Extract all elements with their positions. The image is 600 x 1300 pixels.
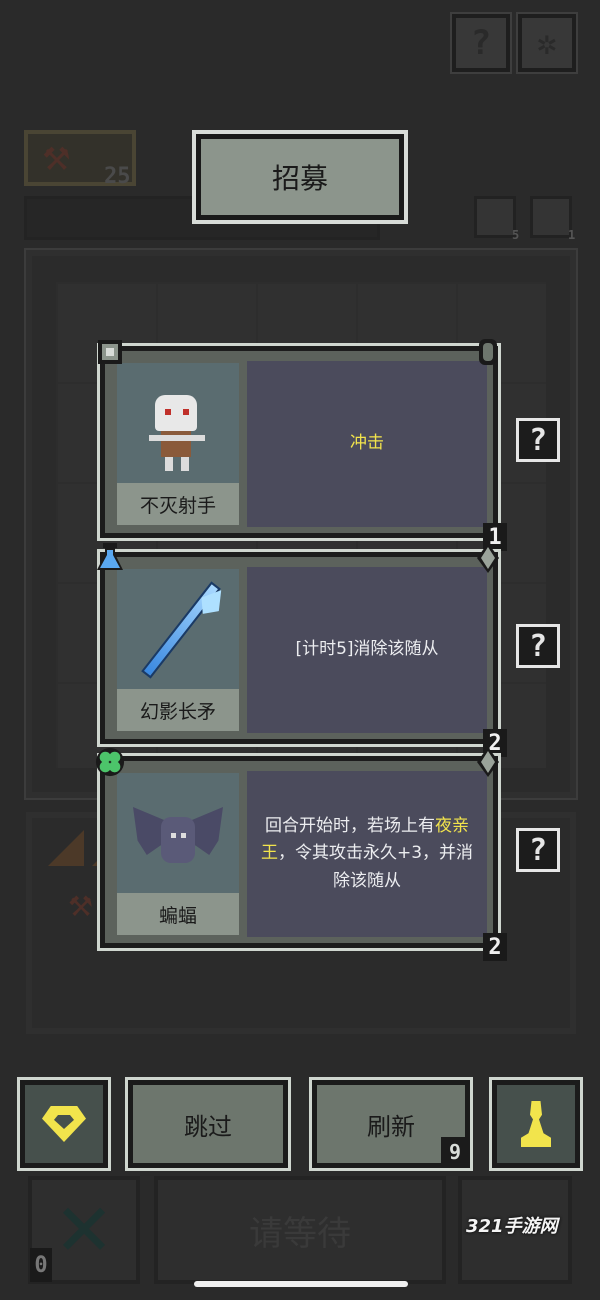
wait-button: 请等待: [154, 1176, 446, 1284]
portrait-bat: [117, 773, 239, 893]
refresh-count: 9: [441, 1137, 469, 1167]
cycle-count: 5: [512, 228, 520, 242]
description-text: [计时5]消除该随从: [295, 639, 439, 660]
watermark: 321手游网: [466, 1216, 558, 1237]
pawn-mini-count: 1: [568, 228, 576, 242]
help-button[interactable]: ?: [450, 12, 512, 74]
pawn-button[interactable]: [489, 1077, 583, 1171]
card-name: 幻影长矛: [117, 689, 239, 731]
shield-icon: [95, 337, 125, 367]
spike-icon: [473, 543, 503, 573]
x-icon: ✕: [53, 1188, 115, 1272]
gear-icon: ✲: [536, 23, 558, 63]
card-tier: 2: [483, 933, 507, 961]
home-indicator[interactable]: [194, 1281, 408, 1287]
gem-icon: [42, 1106, 86, 1142]
bat-eye: [181, 833, 186, 838]
question-icon: ?: [528, 628, 548, 664]
pawn-mini-icon: [530, 196, 572, 238]
portrait-skeleton-archer: [117, 363, 239, 483]
refresh-label: 刷新: [367, 1112, 415, 1141]
description-text: 回合开始时，若场上有夜亲王，令其攻击永久+3，并消除该随从: [257, 813, 477, 895]
pawn-icon: [521, 1101, 551, 1147]
zero-counter: 0: [30, 1248, 52, 1282]
card-name: 蝙蝠: [117, 893, 239, 935]
weapon-count: 25: [104, 164, 131, 189]
gem-button[interactable]: [17, 1077, 111, 1171]
skip-button[interactable]: 跳过: [125, 1077, 291, 1171]
clover-icon: [95, 747, 125, 777]
recruit-title: 招募: [192, 130, 408, 224]
skeleton-arm: [149, 435, 205, 441]
skeleton-eye: [183, 409, 189, 415]
skeleton-leg: [165, 457, 173, 471]
portrait-phantom-spear: [117, 569, 239, 689]
potion-icon: [95, 543, 125, 573]
card-description: 冲击: [247, 361, 487, 527]
question-icon: ?: [528, 832, 548, 868]
skeleton-eye: [165, 409, 171, 415]
card-name: 不灭射手: [117, 483, 239, 525]
keyword-text: 冲击: [350, 433, 384, 454]
spike-icon: [473, 747, 503, 777]
card-description: [计时5]消除该随从: [247, 567, 487, 733]
recruit-card-2[interactable]: 幻影长矛 [计时5]消除该随从 2: [97, 543, 507, 757]
skeleton-leg: [181, 457, 189, 471]
recruit-card-3[interactable]: 蝙蝠 回合开始时，若场上有夜亲王，令其攻击永久+3，并消除该随从 2: [95, 747, 507, 961]
question-icon: ?: [470, 23, 492, 63]
description-segment: 回合开始时，若场上有: [265, 816, 435, 837]
bracket-icon: [473, 337, 503, 367]
card-description: 回合开始时，若场上有夜亲王，令其攻击永久+3，并消除该随从: [247, 771, 487, 937]
skeleton-head: [155, 395, 197, 431]
bench-slot-icon: [48, 830, 84, 866]
bat-body: [161, 817, 195, 863]
cycle-icon: [474, 196, 516, 238]
question-icon: ?: [528, 422, 548, 458]
card-info-button-2[interactable]: ?: [516, 624, 560, 668]
axe-icon: ⚒: [68, 890, 94, 923]
axe-icon: ⚒: [42, 140, 71, 178]
refresh-button[interactable]: 刷新 9: [309, 1077, 473, 1171]
description-segment: ，令其攻击永久+3，并消除该随从: [277, 843, 474, 891]
bat-eye: [171, 833, 176, 838]
card-info-button-1[interactable]: ?: [516, 418, 560, 462]
card-info-button-3[interactable]: ?: [516, 828, 560, 872]
settings-button[interactable]: ✲: [516, 12, 578, 74]
recruit-card-1[interactable]: 不灭射手 冲击 1: [97, 339, 507, 551]
